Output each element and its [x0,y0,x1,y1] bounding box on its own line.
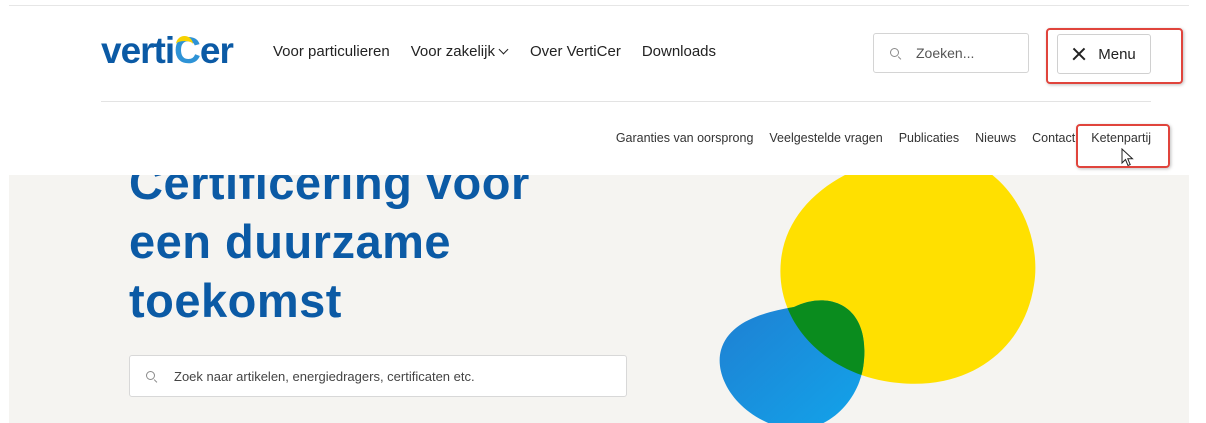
verticer-logo[interactable]: verti Cer [101,30,234,71]
header-search-input[interactable] [914,44,1018,62]
header-divider [101,101,1151,102]
search-icon [890,48,902,60]
hero-title: Certificering voor een duurzame toekomst [129,175,530,330]
menu-button[interactable]: Menu [1057,34,1151,74]
page: verti Cer Voor particulieren Voor zakelij… [0,0,1206,423]
top-divider [9,5,1189,6]
sub-nav-veelgestelde-vragen[interactable]: Veelgestelde vragen [769,131,882,145]
sub-nav-ketenpartij[interactable]: Ketenpartij [1091,131,1151,145]
hero-title-line-1: Certificering voor [129,175,530,209]
logo-text-suffix: er [199,30,234,71]
search-icon [146,371,158,383]
logo-accent-arc [176,36,194,50]
hero-title-line-2: een duurzame [129,215,452,268]
logo-c-mark: C [174,31,201,71]
chevron-down-icon [498,44,509,55]
menu-button-label: Menu [1098,45,1136,63]
main-navigation: Voor particulieren Voor zakelijk Over Ve… [273,43,737,60]
hero-illustration [719,175,1036,423]
header-search [873,33,1029,73]
hero-section: Certificering voor een duurzame toekomst [9,175,1189,423]
secondary-navigation: Garanties van oorsprong Veelgestelde vra… [600,131,1151,145]
sub-nav-publicaties[interactable]: Publicaties [899,131,959,145]
nav-link-downloads[interactable]: Downloads [642,43,716,60]
sub-nav-garanties-van-oorsprong[interactable]: Garanties van oorsprong [616,131,754,145]
nav-link-voor-zakelijk[interactable]: Voor zakelijk [410,43,509,60]
hero-search [129,355,627,397]
nav-link-voor-zakelijk-label: Voor zakelijk [410,43,495,60]
nav-link-over-verticer[interactable]: Over VertiCer [530,43,621,60]
close-icon [1072,47,1086,61]
hero-search-input[interactable] [172,367,616,385]
sub-nav-contact[interactable]: Contact [1032,131,1075,145]
nav-link-voor-particulieren[interactable]: Voor particulieren [273,43,390,60]
hero-title-line-3: toekomst [129,274,342,327]
mouse-pointer-icon [1121,148,1134,167]
sub-nav-nieuws[interactable]: Nieuws [975,131,1016,145]
logo-text-prefix: verti [101,30,175,71]
